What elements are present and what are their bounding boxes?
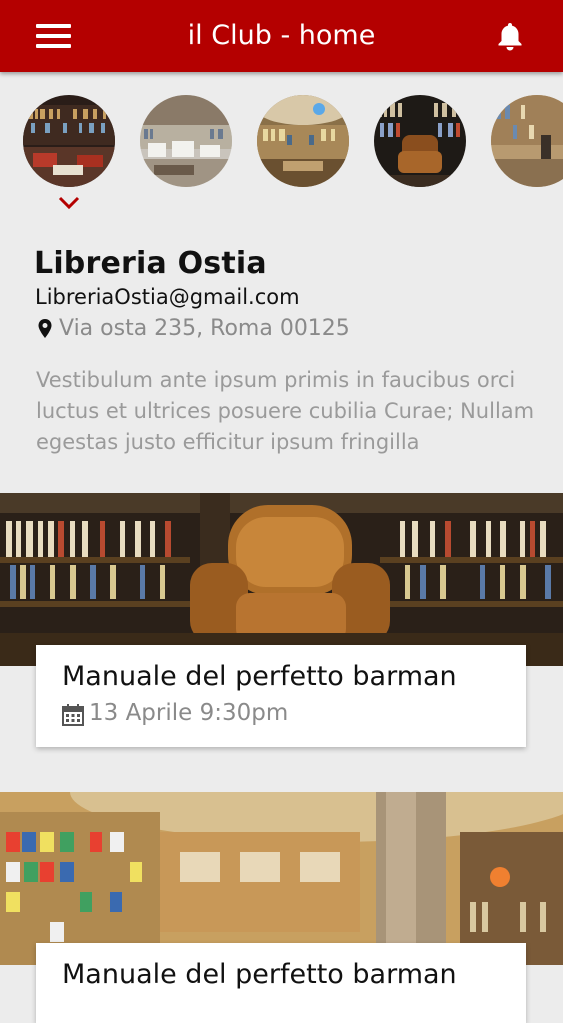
chevron-down-icon bbox=[58, 196, 80, 210]
library-description: Vestibulum ante ipsum primis in faucibus… bbox=[36, 368, 535, 454]
library-address: Via osta 235, Roma 00125 bbox=[59, 316, 350, 341]
event-title: Manuale del perfetto barman bbox=[62, 959, 457, 990]
story-avatar-4[interactable] bbox=[374, 95, 466, 187]
event-date: 13 Aprile 9:30pm bbox=[89, 700, 289, 726]
event-title: Manuale del perfetto barman bbox=[62, 661, 457, 692]
story-avatar-2[interactable] bbox=[140, 95, 232, 187]
event-card-1[interactable]: Manuale del perfetto barman 13 Aprile 9:… bbox=[36, 645, 526, 747]
library-name: Libreria Ostia bbox=[34, 246, 267, 281]
story-avatar-3[interactable] bbox=[257, 95, 349, 187]
story-avatar-5[interactable] bbox=[491, 95, 563, 187]
map-pin-icon bbox=[38, 319, 52, 338]
page-title: il Club - home bbox=[187, 20, 376, 51]
stories-row bbox=[0, 95, 563, 195]
library-email: LibreriaOstia@gmail.com bbox=[35, 285, 300, 309]
app-bar: il Club - home bbox=[0, 0, 563, 72]
calendar-icon bbox=[62, 704, 84, 726]
event-card-2[interactable]: Manuale del perfetto barman bbox=[36, 943, 526, 1023]
event-image-1[interactable] bbox=[0, 493, 563, 666]
bell-icon[interactable] bbox=[494, 20, 526, 52]
event-image-2[interactable] bbox=[0, 792, 563, 965]
story-avatar-1[interactable] bbox=[23, 95, 115, 187]
